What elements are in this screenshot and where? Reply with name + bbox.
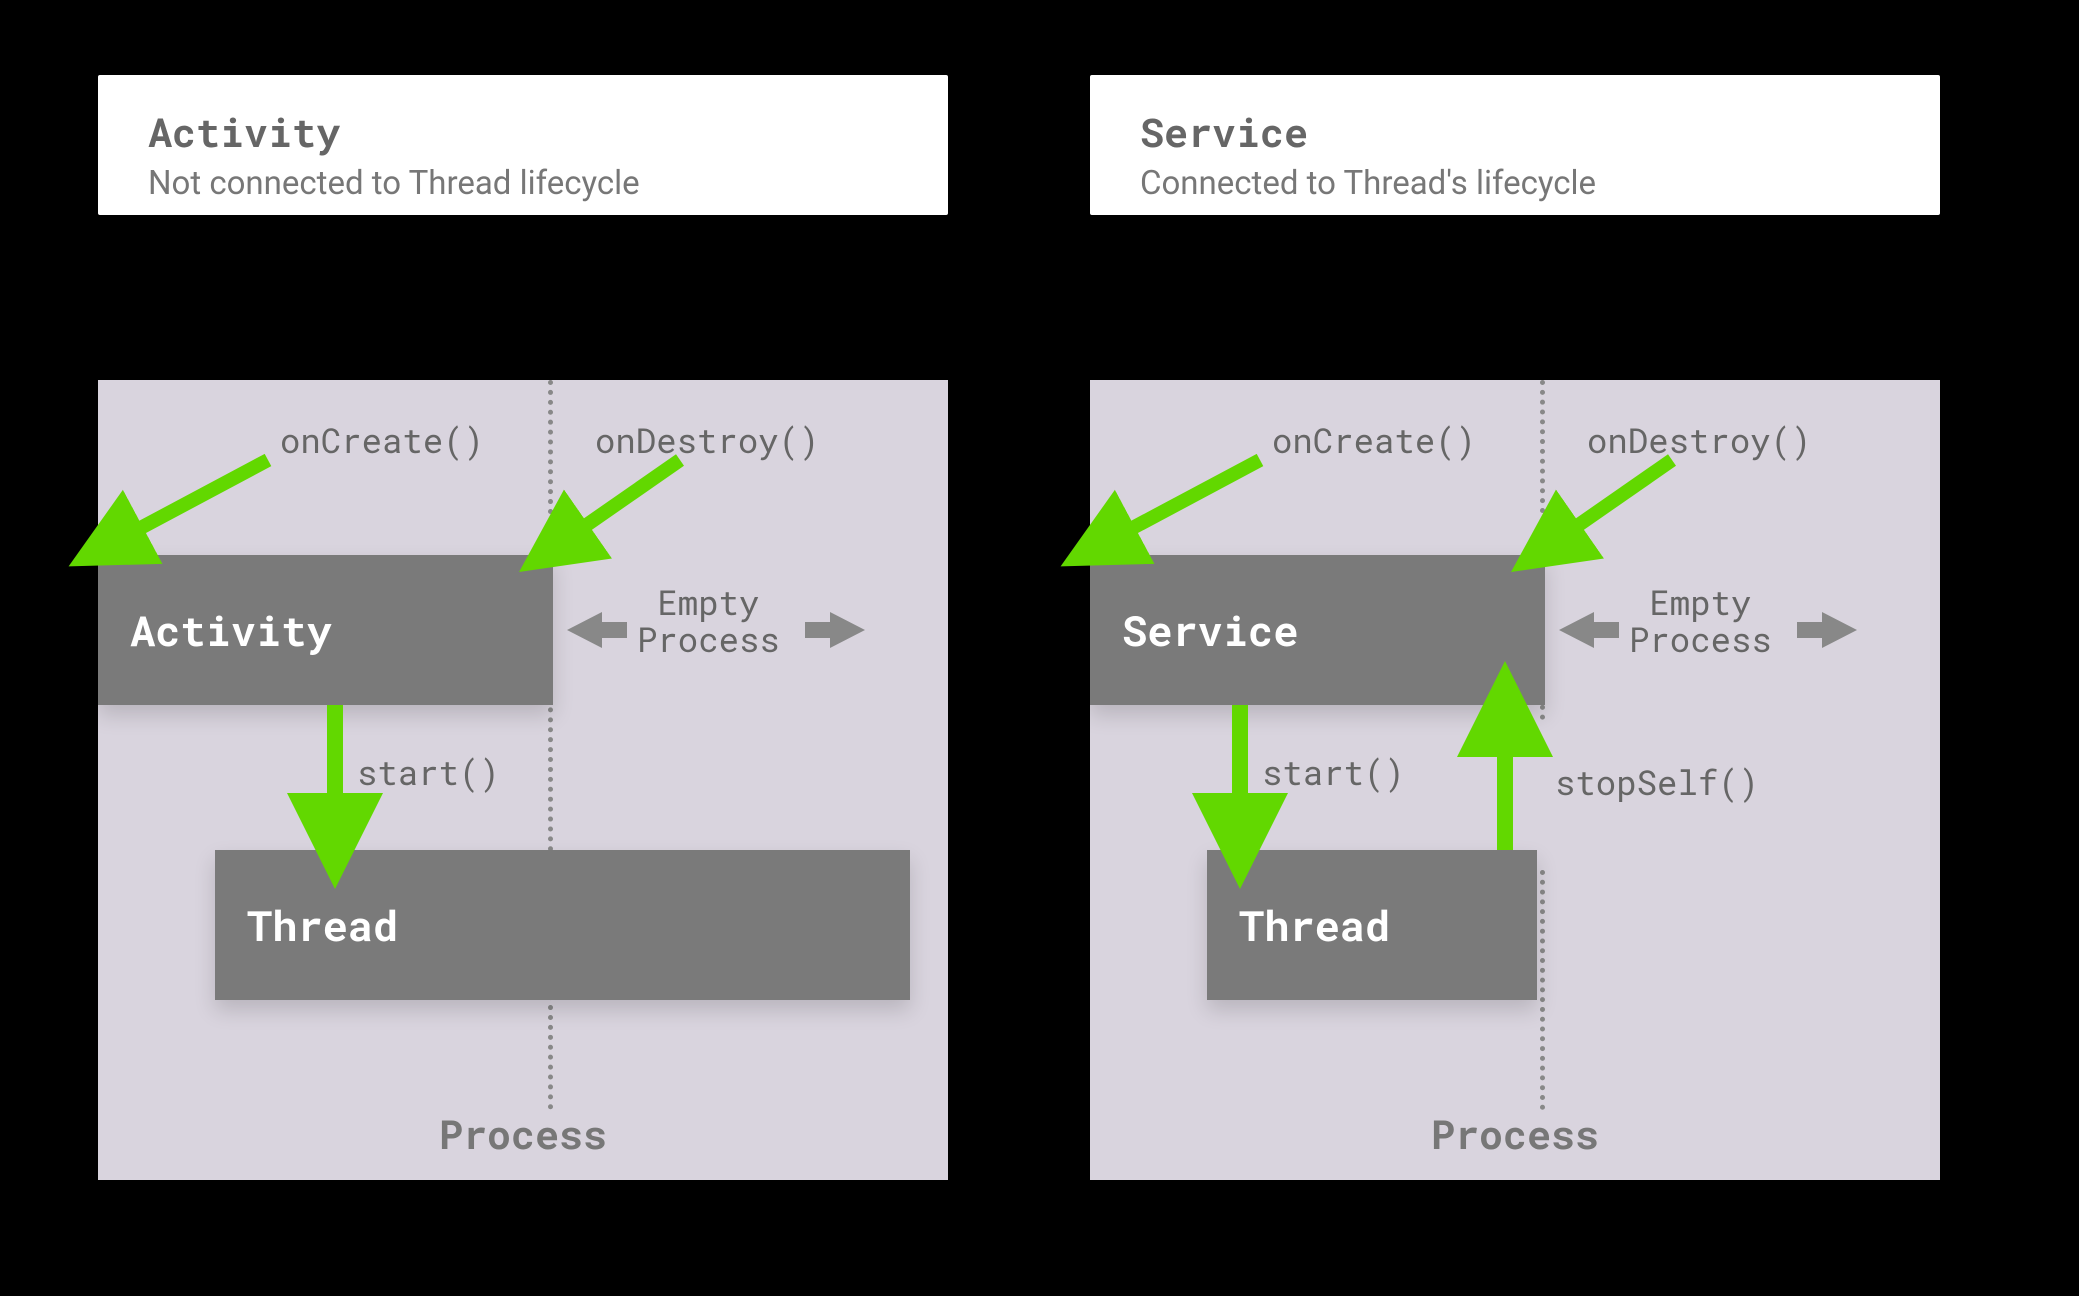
activity-box-label: Activity: [130, 603, 332, 658]
service-lifecycle-divider-bottom: [1540, 870, 1545, 1110]
activity-header-subtitle: Not connected to Thread lifecycle: [148, 164, 898, 203]
activity-ondestroy-arrow-icon: [545, 455, 725, 575]
service-header-subtitle: Connected to Thread's lifecycle: [1140, 164, 1890, 203]
service-stopself-arrow-icon: [1480, 700, 1530, 860]
service-box: Service: [1090, 555, 1545, 705]
activity-box: Activity: [98, 555, 553, 705]
service-ondestroy-arrow-icon: [1537, 455, 1717, 575]
diagram-canvas: Activity Not connected to Thread lifecyc…: [0, 0, 2079, 1296]
service-oncreate-arrow-icon: [1090, 455, 1290, 575]
gray-arrow-left-icon: [1559, 610, 1619, 650]
service-process-label: Process: [1090, 1107, 1940, 1160]
gray-arrow-left-icon: [567, 610, 627, 650]
service-empty-process-label: Empty Process: [1629, 584, 1772, 659]
service-header-card: Service Connected to Thread's lifecycle: [1090, 75, 1940, 215]
gray-arrow-right-icon: [1797, 610, 1857, 650]
gray-arrow-right-icon: [805, 610, 865, 650]
service-thread-box: Thread: [1207, 850, 1537, 1000]
service-thread-box-label: Thread: [1239, 898, 1390, 953]
activity-thread-box-label: Thread: [247, 898, 398, 953]
service-box-label: Service: [1122, 603, 1298, 658]
activity-header-card: Activity Not connected to Thread lifecyc…: [98, 75, 948, 215]
activity-process-label: Process: [98, 1107, 948, 1160]
service-stopself-label: stopSelf(): [1555, 760, 1759, 805]
service-start-arrow-icon: [1215, 705, 1265, 855]
service-header-title: Service: [1140, 105, 1890, 158]
activity-thread-box: Thread: [215, 850, 910, 1000]
activity-oncreate-label: onCreate(): [280, 418, 484, 463]
service-start-label: start(): [1262, 750, 1405, 795]
activity-start-label: start(): [357, 750, 500, 795]
activity-oncreate-arrow-icon: [98, 455, 298, 575]
activity-start-arrow-icon: [310, 705, 360, 855]
activity-empty-process-label: Empty Process: [637, 584, 780, 659]
activity-header-title: Activity: [148, 105, 898, 158]
service-oncreate-label: onCreate(): [1272, 418, 1476, 463]
